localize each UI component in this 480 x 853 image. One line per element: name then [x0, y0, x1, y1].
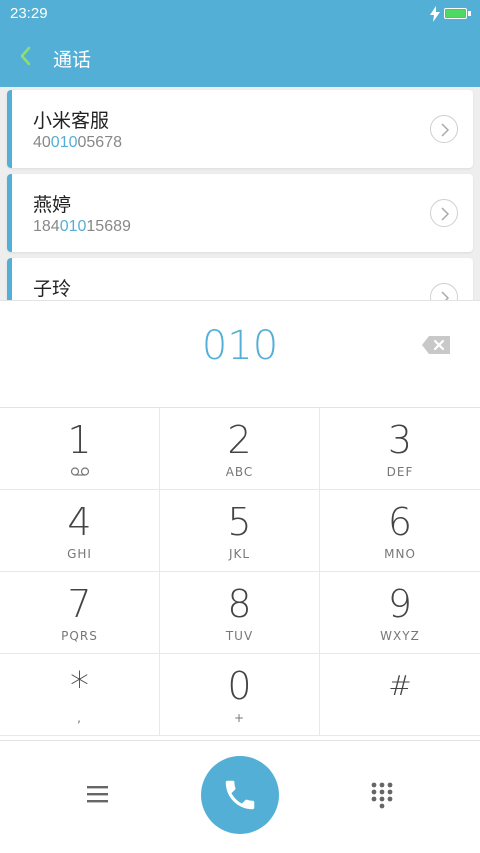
- key-2[interactable]: 2 ABC: [160, 408, 320, 490]
- battery-icon: [444, 8, 471, 19]
- key-digit: *: [70, 664, 89, 708]
- phone-icon: [225, 780, 255, 810]
- back-chevron-icon[interactable]: [16, 44, 36, 68]
- key-6[interactable]: 6 MNO: [320, 490, 480, 572]
- key-digit: 8: [227, 582, 252, 626]
- key-letters: TUV: [225, 629, 254, 643]
- key-3[interactable]: 3 DEF: [320, 408, 480, 490]
- call-button[interactable]: [201, 756, 279, 834]
- card-accent-bar: [7, 90, 12, 168]
- key-digit: 0: [227, 664, 252, 708]
- contact-number: 18401015689: [33, 218, 131, 235]
- number-match-highlight: 010: [50, 134, 78, 151]
- contact-detail-chevron-icon[interactable]: [430, 199, 458, 227]
- key-letters: GHI: [67, 547, 92, 561]
- key-digit: 3: [387, 418, 413, 462]
- dial-keypad: 1 2 ABC 3 DEF 4 GHI 5 JKL 6 MNO 7 PQRS 8…: [0, 408, 480, 740]
- key-hash[interactable]: #: [320, 654, 480, 736]
- contact-results-list[interactable]: 小米客服 4001005678 燕婷 18401015689 子玲: [0, 87, 480, 300]
- page-title: 通话: [53, 49, 92, 71]
- key-digit: 1: [67, 418, 92, 462]
- key-star[interactable]: * ,: [0, 654, 160, 736]
- backspace-icon[interactable]: [421, 335, 451, 355]
- key-digit: 7: [67, 582, 92, 626]
- key-7[interactable]: 7 PQRS: [0, 572, 160, 654]
- key-letters: JKL: [228, 547, 251, 561]
- contact-card[interactable]: 子玲: [7, 258, 473, 300]
- number-match-highlight: 010: [59, 218, 87, 235]
- key-8[interactable]: 8 TUV: [160, 572, 320, 654]
- contact-detail-chevron-icon[interactable]: [430, 115, 458, 143]
- key-0[interactable]: 0 +: [160, 654, 320, 736]
- contact-name: 小米客服: [33, 110, 110, 132]
- contact-detail-chevron-icon[interactable]: [430, 283, 458, 300]
- key-digit: 5: [227, 500, 252, 544]
- key-digit: #: [388, 669, 412, 702]
- contact-number: 4001005678: [33, 134, 122, 151]
- card-accent-bar: [7, 174, 12, 252]
- key-9[interactable]: 9 WXYZ: [320, 572, 480, 654]
- bottom-bar: [0, 740, 480, 853]
- keypad-icon[interactable]: [370, 781, 394, 809]
- voicemail-icon: [70, 467, 90, 476]
- key-1[interactable]: 1: [0, 408, 160, 490]
- key-digit: 6: [387, 500, 413, 544]
- key-letters: +: [233, 711, 246, 725]
- contact-name: 子玲: [33, 278, 72, 300]
- contact-card[interactable]: 小米客服 4001005678: [7, 90, 473, 168]
- key-letters: WXYZ: [380, 629, 420, 643]
- key-letters: PQRS: [61, 629, 98, 643]
- key-letters: ABC: [225, 465, 254, 479]
- key-digit: 4: [67, 500, 92, 544]
- menu-icon[interactable]: [85, 783, 111, 805]
- status-time: 23:29: [10, 5, 48, 22]
- contact-card[interactable]: 燕婷 18401015689: [7, 174, 473, 252]
- header: 23:29 通话: [0, 0, 480, 87]
- key-digit: 9: [387, 582, 413, 626]
- contact-name: 燕婷: [33, 194, 72, 216]
- key-digit: 2: [227, 418, 252, 462]
- key-letters: DEF: [386, 465, 414, 479]
- key-letters: ,: [77, 711, 82, 725]
- key-5[interactable]: 5 JKL: [160, 490, 320, 572]
- key-4[interactable]: 4 GHI: [0, 490, 160, 572]
- dialed-number: 010: [201, 323, 279, 369]
- charging-icon: [430, 6, 440, 22]
- dial-display: 010: [0, 300, 480, 408]
- status-bar: 23:29: [0, 0, 480, 28]
- key-letters: MNO: [384, 547, 416, 561]
- card-accent-bar: [7, 258, 12, 300]
